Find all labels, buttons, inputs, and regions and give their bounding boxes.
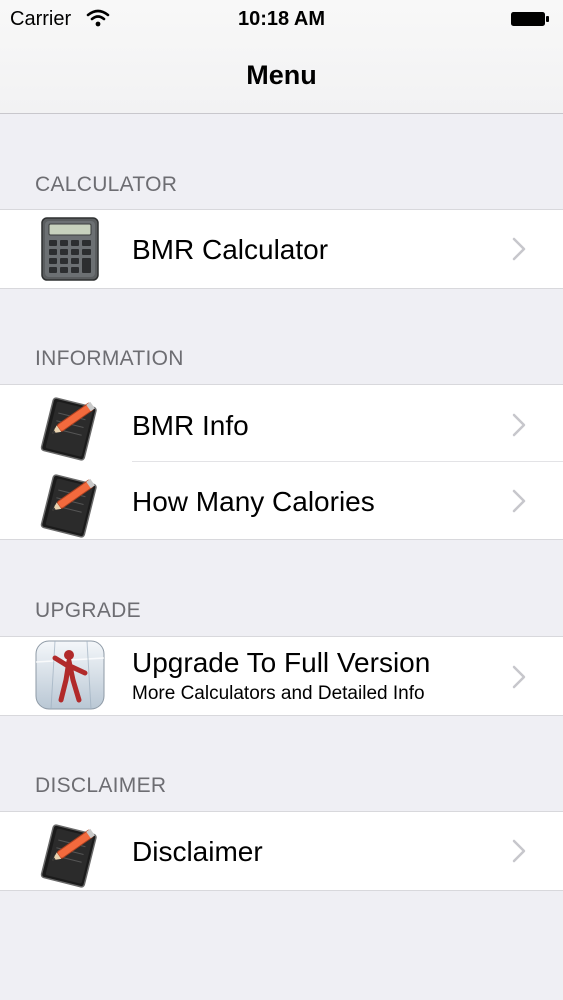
chevron-right-icon <box>512 839 526 863</box>
chevron-right-icon <box>512 489 526 513</box>
status-time: 10:18 AM <box>237 8 326 30</box>
chevron-right-icon <box>512 237 526 261</box>
notebook-pencil-icon <box>33 390 105 462</box>
group-disclaimer: Disclaimer <box>0 811 563 891</box>
chevron-right-icon <box>512 665 526 689</box>
notebook-pencil-icon <box>33 467 105 539</box>
chevron-right-icon <box>512 413 526 437</box>
section-header-calculator: CALCULATOR <box>35 173 178 196</box>
group-upgrade: Upgrade To Full Version More Calculators… <box>0 636 563 716</box>
page-title: Menu <box>246 60 317 90</box>
notebook-pencil-icon <box>33 817 105 889</box>
app-upgrade-icon <box>35 640 105 710</box>
menu-item-bmr-calculator[interactable]: BMR Calculator <box>0 210 563 287</box>
battery-icon <box>511 12 549 26</box>
menu-item-title: Upgrade To Full Version <box>132 647 431 678</box>
status-bar: Carrier 10:18 AM <box>0 0 563 40</box>
menu-item-title: Disclaimer <box>132 836 263 867</box>
group-information: BMR Info How Many Calories <box>0 384 563 540</box>
menu-item-bmr-info[interactable]: BMR Info <box>0 385 563 462</box>
menu-item-title: BMR Info <box>132 410 249 441</box>
menu-item-title: How Many Calories <box>132 486 375 517</box>
menu-item-title: BMR Calculator <box>132 234 329 265</box>
group-calculator: BMR Calculator <box>0 209 563 289</box>
navigation-bar: Carrier 10:18 AM Menu <box>0 0 563 114</box>
menu-item-how-many-calories[interactable]: How Many Calories <box>0 462 563 539</box>
calculator-icon <box>41 217 99 281</box>
menu-item-subtitle: More Calculators and Detailed Info <box>132 683 425 704</box>
menu-item-upgrade[interactable]: Upgrade To Full Version More Calculators… <box>0 637 563 714</box>
section-header-information: INFORMATION <box>35 347 184 370</box>
section-header-disclaimer: DISCLAIMER <box>35 774 167 797</box>
menu-item-disclaimer[interactable]: Disclaimer <box>0 812 563 889</box>
section-header-upgrade: UPGRADE <box>35 599 141 622</box>
